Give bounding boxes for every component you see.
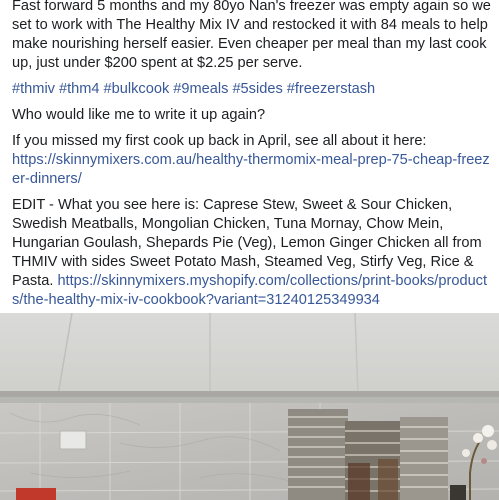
previous-cookup-intro: If you missed my first cook up back in A… (12, 133, 427, 149)
hashtag-link[interactable]: #thm4 (59, 81, 100, 97)
hashtag-link[interactable]: #freezerstash (287, 81, 375, 97)
post-photo[interactable] (0, 313, 499, 500)
hashtag-link[interactable]: #5sides (232, 81, 282, 97)
kitchen-photo-image (0, 313, 499, 500)
post-paragraph: Fast forward 5 months and my 80yo Nan's … (12, 0, 491, 71)
post-text: Fast forward 5 months and my 80yo Nan's … (12, 0, 492, 310)
post-question: Who would like me to write it up again? (12, 107, 266, 123)
hashtag-link[interactable]: #bulkcook (104, 81, 170, 97)
cookbook-link[interactable]: https://skinnymixers.myshopify.com/colle… (12, 273, 487, 308)
hashtag-link[interactable]: #9meals (173, 81, 228, 97)
post-edit: EDIT - What you see here is: Caprese Ste… (12, 196, 492, 310)
previous-cookup-link[interactable]: https://skinnymixers.com.au/healthy-ther… (12, 152, 490, 187)
hashtag-link[interactable]: #thmiv (12, 81, 55, 97)
post-previous-cookup: If you missed my first cook up back in A… (12, 132, 492, 189)
hashtag-list: #thmiv #thm4 #bulkcook #9meals #5sides #freez… (12, 80, 492, 99)
